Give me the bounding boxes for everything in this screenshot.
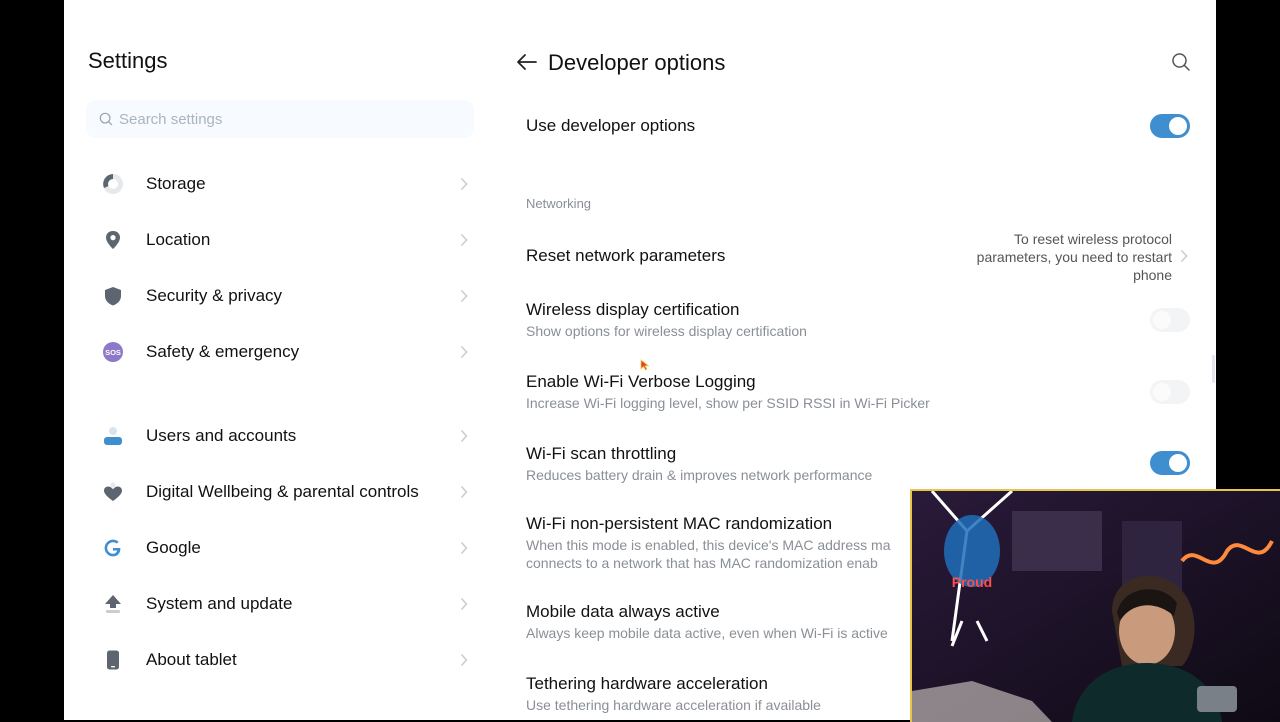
cursor-pointer-icon: [640, 359, 650, 371]
sidebar-item-label: System and update: [146, 594, 293, 613]
search-icon: [99, 112, 113, 126]
wifi-verbose-logging-toggle[interactable]: [1150, 380, 1190, 404]
sos-icon: SOS: [102, 341, 124, 363]
setting-title: Wi-Fi scan throttling: [526, 444, 677, 463]
section-header-networking: Networking: [526, 196, 592, 211]
sidebar-item-users-accounts[interactable]: Users and accounts: [94, 414, 470, 458]
reset-network-label: Reset network parameters: [526, 246, 726, 265]
search-icon[interactable]: [1171, 52, 1191, 72]
sidebar-item-location[interactable]: Location: [94, 218, 470, 262]
svg-text:SOS: SOS: [105, 348, 121, 357]
google-icon: [102, 537, 124, 559]
sidebar-item-label: Users and accounts: [146, 426, 297, 445]
webcam-video-image: Proud: [912, 491, 1280, 722]
update-arrow-icon: [102, 593, 124, 615]
wifi-scan-throttling-row[interactable]: Wi-Fi scan throttling Reduces battery dr…: [526, 443, 1190, 487]
sidebar-item-label: Security & privacy: [146, 286, 283, 305]
setting-title: Enable Wi-Fi Verbose Logging: [526, 372, 756, 391]
sidebar-item-about-tablet[interactable]: About tablet: [94, 638, 470, 682]
search-settings-field[interactable]: [86, 100, 474, 138]
back-arrow-icon[interactable]: [516, 52, 538, 72]
use-developer-options-toggle[interactable]: [1150, 114, 1190, 138]
page-title: Developer options: [548, 50, 726, 75]
settings-title: Settings: [88, 48, 168, 73]
chevron-right-icon: [460, 597, 468, 611]
sidebar-item-security-privacy[interactable]: Security & privacy: [94, 274, 470, 318]
reset-network-parameters-row[interactable]: Reset network parameters To reset wirele…: [526, 230, 1190, 284]
chevron-right-icon: [460, 177, 468, 191]
reset-network-description: To reset wireless protocol parameters, y…: [976, 231, 1172, 283]
sidebar-item-label: Storage: [146, 174, 206, 193]
setting-title: Wireless display certification: [526, 300, 740, 319]
sidebar-item-digital-wellbeing[interactable]: Digital Wellbeing & parental controls: [94, 470, 470, 514]
setting-description: Show options for wireless display certif…: [526, 323, 807, 339]
chevron-right-icon: [460, 485, 468, 499]
chevron-right-icon: [460, 233, 468, 247]
sidebar-item-google[interactable]: Google: [94, 526, 470, 570]
sidebar-item-safety-emergency[interactable]: SOS Safety & emergency: [94, 330, 470, 374]
heart-icon: [102, 481, 124, 503]
sidebar-item-label: Safety & emergency: [146, 342, 300, 361]
chevron-right-icon: [460, 653, 468, 667]
sidebar-item-storage[interactable]: Storage: [94, 162, 470, 206]
chevron-right-icon: [460, 541, 468, 555]
tablet-icon: [102, 649, 124, 671]
storage-icon: [102, 173, 124, 195]
chevron-right-icon: [460, 345, 468, 359]
sidebar-item-label: Digital Wellbeing & parental controls: [146, 482, 419, 501]
svg-text:Proud: Proud: [952, 574, 992, 590]
wireless-display-certification-row[interactable]: Wireless display certification Show opti…: [526, 299, 1190, 343]
use-developer-options-row[interactable]: Use developer options: [526, 114, 1190, 139]
shield-icon: [102, 285, 124, 307]
settings-sidebar: Settings Storage: [64, 0, 484, 720]
wifi-scan-throttling-toggle[interactable]: [1150, 451, 1190, 475]
sidebar-item-label: Google: [146, 538, 201, 557]
sidebar-item-label: Location: [146, 230, 211, 249]
webcam-overlay: Proud: [910, 489, 1280, 722]
setting-description: Increase Wi-Fi logging level, show per S…: [526, 395, 930, 411]
wifi-verbose-logging-row[interactable]: Enable Wi-Fi Verbose Logging Increase Wi…: [526, 371, 1190, 415]
setting-description: Reduces battery drain & improves network…: [526, 467, 873, 483]
user-icon: [102, 425, 124, 447]
chevron-right-icon: [1180, 249, 1188, 263]
chevron-right-icon: [460, 429, 468, 443]
scrollbar[interactable]: [1212, 355, 1215, 383]
use-developer-options-label: Use developer options: [526, 116, 696, 135]
sidebar-item-system-update[interactable]: System and update: [94, 582, 470, 626]
sidebar-item-label: About tablet: [146, 650, 237, 669]
wireless-display-certification-toggle[interactable]: [1150, 308, 1190, 332]
chevron-right-icon: [460, 289, 468, 303]
search-input[interactable]: [117, 109, 441, 129]
location-pin-icon: [102, 229, 124, 251]
